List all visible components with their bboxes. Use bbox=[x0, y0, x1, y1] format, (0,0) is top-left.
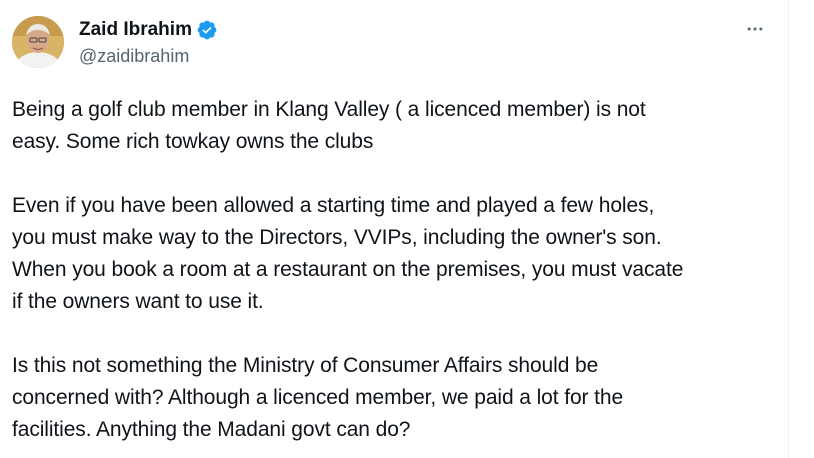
text-line: easy. Some rich towkay owns the clubs bbox=[12, 130, 374, 153]
text-line: When you book a room at a restaurant on … bbox=[12, 258, 684, 281]
tweet-paragraph: Being a golf club member in Klang Valley… bbox=[12, 94, 778, 158]
more-options-button[interactable] bbox=[740, 14, 770, 44]
text-line: facilities. Anything the Madani govt can… bbox=[12, 418, 411, 441]
text-line: if the owners want to use it. bbox=[12, 290, 264, 313]
text-line: Even if you have been allowed a starting… bbox=[12, 194, 655, 217]
avatar[interactable] bbox=[12, 16, 64, 68]
author-names: Zaid Ibrahim @zaidibrahim bbox=[79, 18, 218, 68]
tweet-text: Being a golf club member in Klang Valley… bbox=[12, 94, 778, 458]
tweet-paragraph: Even if you have been allowed a starting… bbox=[12, 190, 778, 318]
text-line: Being a golf club member in Klang Valley… bbox=[12, 98, 646, 121]
tweet-header: Zaid Ibrahim @zaidibrahim bbox=[12, 16, 218, 72]
verified-badge-icon[interactable] bbox=[196, 19, 218, 41]
handle[interactable]: @zaidibrahim bbox=[79, 44, 218, 68]
name-row: Zaid Ibrahim bbox=[79, 18, 218, 42]
tweet-card: Zaid Ibrahim @zaidibrahim Being a golf c… bbox=[0, 0, 789, 458]
text-line: you must make way to the Directors, VVIP… bbox=[12, 226, 662, 249]
profile-photo-icon bbox=[12, 16, 64, 68]
tweet-paragraph: Is this not something the Ministry of Co… bbox=[12, 350, 778, 446]
text-line: Is this not something the Ministry of Co… bbox=[12, 354, 599, 377]
display-name[interactable]: Zaid Ibrahim bbox=[79, 18, 192, 42]
text-line: concerned with? Although a licenced memb… bbox=[12, 386, 624, 409]
ellipsis-icon bbox=[747, 27, 763, 31]
